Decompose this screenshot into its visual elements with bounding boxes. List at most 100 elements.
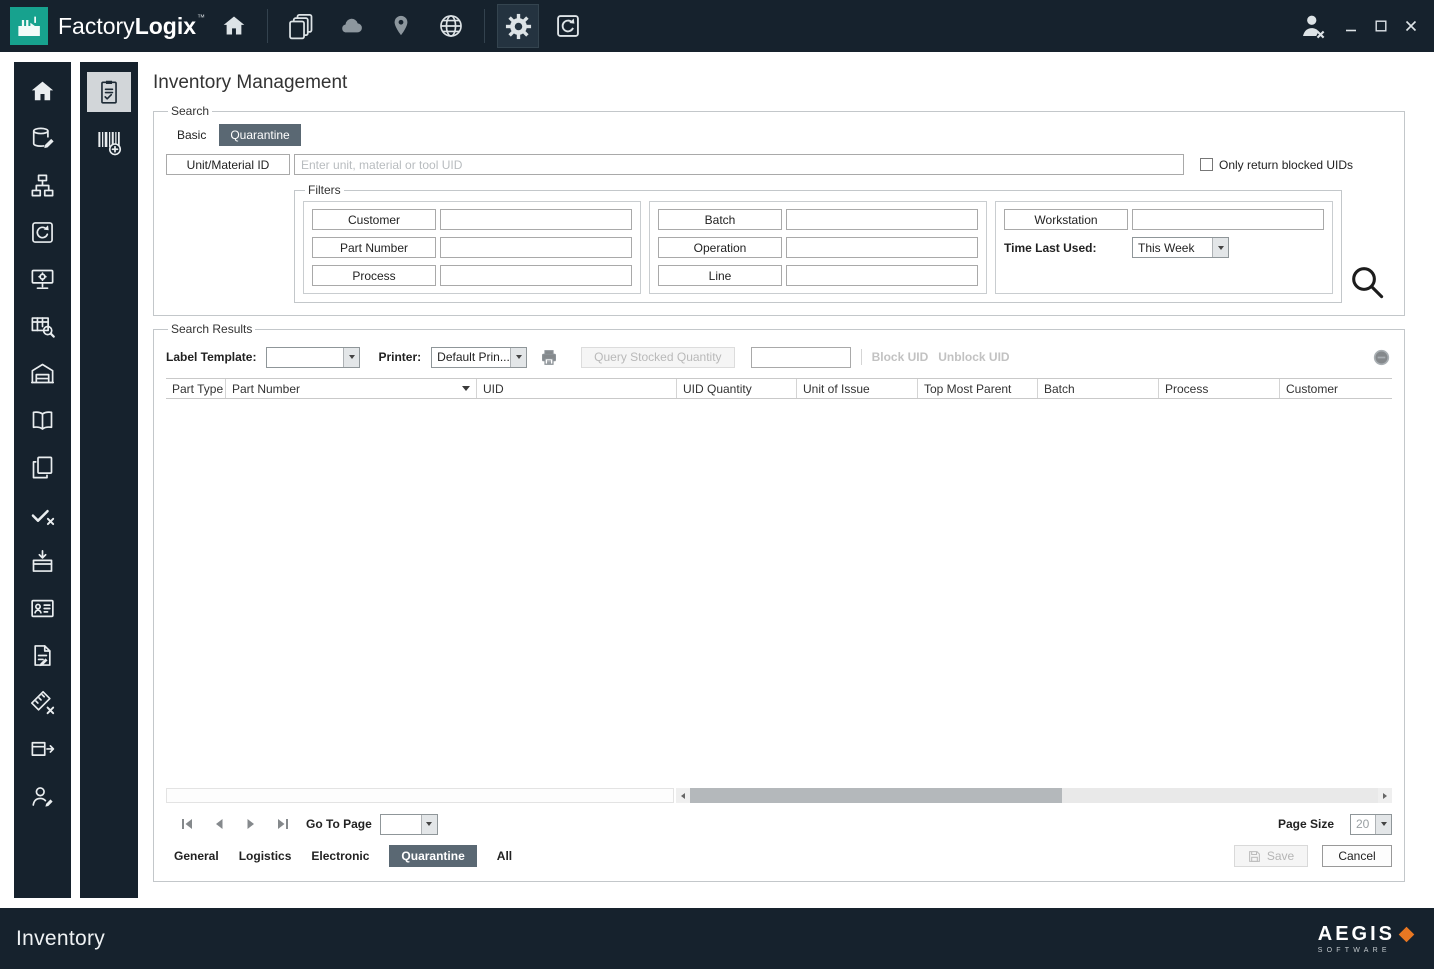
home-button[interactable] — [213, 4, 255, 48]
chevron-down-icon[interactable] — [1375, 814, 1391, 834]
workstation-filter-input[interactable] — [1132, 209, 1324, 230]
stocked-quantity-input[interactable] — [750, 346, 851, 368]
sidebar-grid-search-button[interactable] — [22, 309, 64, 343]
label-template-value — [267, 348, 343, 367]
documents-button[interactable] — [280, 4, 322, 48]
blocked-uids-checkbox[interactable] — [1200, 158, 1213, 171]
tab-basic[interactable]: Basic — [166, 124, 217, 146]
operation-filter-input[interactable] — [786, 237, 978, 258]
column-header-part-type[interactable]: Part Type — [166, 379, 226, 398]
column-header-uid[interactable]: UID — [477, 379, 677, 398]
sidebar-measure-button[interactable] — [22, 685, 64, 719]
tab-quarantine[interactable]: Quarantine — [219, 124, 301, 146]
cancel-button[interactable]: Cancel — [1322, 845, 1392, 867]
operation-filter-button[interactable]: Operation — [658, 237, 782, 258]
sidebar-history-button[interactable] — [22, 215, 64, 249]
sidebar-workstation-button[interactable] — [22, 262, 64, 296]
search-button[interactable] — [1346, 261, 1388, 303]
sidebar-warehouse-button[interactable] — [22, 356, 64, 390]
sidebar-pages-button[interactable] — [22, 450, 64, 484]
save-button[interactable]: Save — [1234, 845, 1308, 867]
workstation-filter-button[interactable]: Workstation — [1004, 209, 1128, 230]
last-page-button[interactable] — [274, 816, 292, 832]
scroll-left-button[interactable] — [676, 788, 690, 803]
pagination-buttons — [178, 816, 292, 832]
sidebar-book-button[interactable] — [22, 403, 64, 437]
column-header-top-most-parent[interactable]: Top Most Parent — [918, 379, 1038, 398]
column-header-batch[interactable]: Batch — [1038, 379, 1159, 398]
sidebar-user-help-button[interactable] — [22, 779, 64, 813]
location-button[interactable] — [380, 4, 422, 48]
sidebar-ship-button[interactable] — [22, 732, 64, 766]
tab-logistics[interactable]: Logistics — [239, 849, 292, 863]
first-page-button[interactable] — [178, 816, 196, 832]
unit-material-id-button[interactable]: Unit/Material ID — [166, 154, 290, 175]
maximize-button[interactable] — [1368, 13, 1394, 39]
scrollbar-thumb[interactable] — [690, 788, 1062, 803]
block-uid-button[interactable]: Block UID — [872, 350, 929, 364]
minimize-button[interactable] — [1338, 13, 1364, 39]
column-header-customer[interactable]: Customer — [1280, 379, 1392, 398]
settings-button[interactable] — [497, 4, 540, 48]
chevron-down-icon[interactable] — [420, 814, 437, 834]
batch-filter-input[interactable] — [786, 209, 978, 230]
chevron-down-icon[interactable] — [510, 347, 527, 367]
column-header-part-number[interactable]: Part Number — [226, 379, 477, 398]
minimize-icon — [1346, 29, 1356, 32]
sidebar-id-card-button[interactable] — [22, 591, 64, 625]
chevron-down-icon[interactable] — [343, 347, 360, 367]
chevron-down-icon[interactable] — [1212, 238, 1228, 257]
horizontal-scrollbar[interactable] — [676, 788, 1392, 803]
next-page-button[interactable] — [242, 816, 260, 832]
history-button[interactable] — [547, 4, 589, 48]
part-number-filter-button[interactable]: Part Number — [312, 237, 436, 258]
brand-text: FactoryLogix™ — [58, 13, 205, 40]
scroll-right-button[interactable] — [1378, 788, 1392, 803]
frozen-scroll-area — [166, 788, 674, 803]
tab-quarantine-bottom[interactable]: Quarantine — [389, 845, 477, 867]
line-filter-input[interactable] — [786, 265, 978, 286]
form-actions: Save Cancel — [1234, 845, 1392, 867]
page-size-select[interactable]: 20 — [1350, 813, 1392, 835]
unit-search-input[interactable] — [294, 154, 1184, 175]
batch-filter-button[interactable]: Batch — [658, 209, 782, 230]
column-header-unit-of-issue[interactable]: Unit of Issue — [797, 379, 918, 398]
barcode-add-button[interactable] — [88, 125, 130, 159]
inspection-plan-button-selected[interactable] — [87, 72, 131, 112]
column-header-process[interactable]: Process — [1159, 379, 1280, 398]
part-number-filter-input[interactable] — [440, 237, 632, 258]
process-filter-input[interactable] — [440, 265, 632, 286]
cloud-button[interactable] — [330, 4, 372, 48]
unblock-uid-button[interactable]: Unblock UID — [938, 350, 1009, 364]
customer-filter-input[interactable] — [440, 209, 632, 230]
globe-button[interactable] — [430, 4, 472, 48]
scrollbar-track[interactable] — [690, 788, 1378, 803]
tab-all[interactable]: All — [497, 849, 512, 863]
user-signout-button[interactable] — [1292, 4, 1334, 48]
column-header-uid-quantity[interactable]: UID Quantity — [677, 379, 797, 398]
time-last-used-select[interactable]: This Week — [1132, 237, 1229, 258]
previous-page-button[interactable] — [210, 816, 228, 832]
sidebar-document-edit-button[interactable] — [22, 638, 64, 672]
query-stocked-quantity-button[interactable]: Query Stocked Quantity — [581, 346, 735, 368]
label-template-select[interactable] — [266, 346, 361, 368]
print-button[interactable] — [537, 349, 561, 365]
sidebar-receive-button[interactable] — [22, 544, 64, 578]
sidebar-database-edit-button[interactable] — [22, 121, 64, 155]
app-body: Inventory Management Search Basic Quaran… — [0, 52, 1434, 908]
line-filter-button[interactable]: Line — [658, 265, 782, 286]
process-filter-button[interactable]: Process — [312, 265, 436, 286]
tab-electronic[interactable]: Electronic — [311, 849, 369, 863]
tab-general[interactable]: General — [174, 849, 219, 863]
filter-row-time-last-used: Time Last Used: This Week — [1004, 237, 1324, 258]
chevron-left-icon — [681, 792, 685, 799]
block-circle-button[interactable] — [1370, 349, 1392, 365]
sidebar-routing-button[interactable] — [22, 168, 64, 202]
titlebar-separator — [267, 9, 269, 43]
customer-filter-button[interactable]: Customer — [312, 209, 436, 230]
go-to-page-select[interactable] — [379, 813, 438, 835]
close-button[interactable] — [1398, 13, 1424, 39]
sidebar-home-button[interactable] — [22, 74, 64, 108]
sidebar-verify-button[interactable] — [22, 497, 64, 531]
printer-select[interactable]: Default Prin... — [431, 346, 528, 368]
